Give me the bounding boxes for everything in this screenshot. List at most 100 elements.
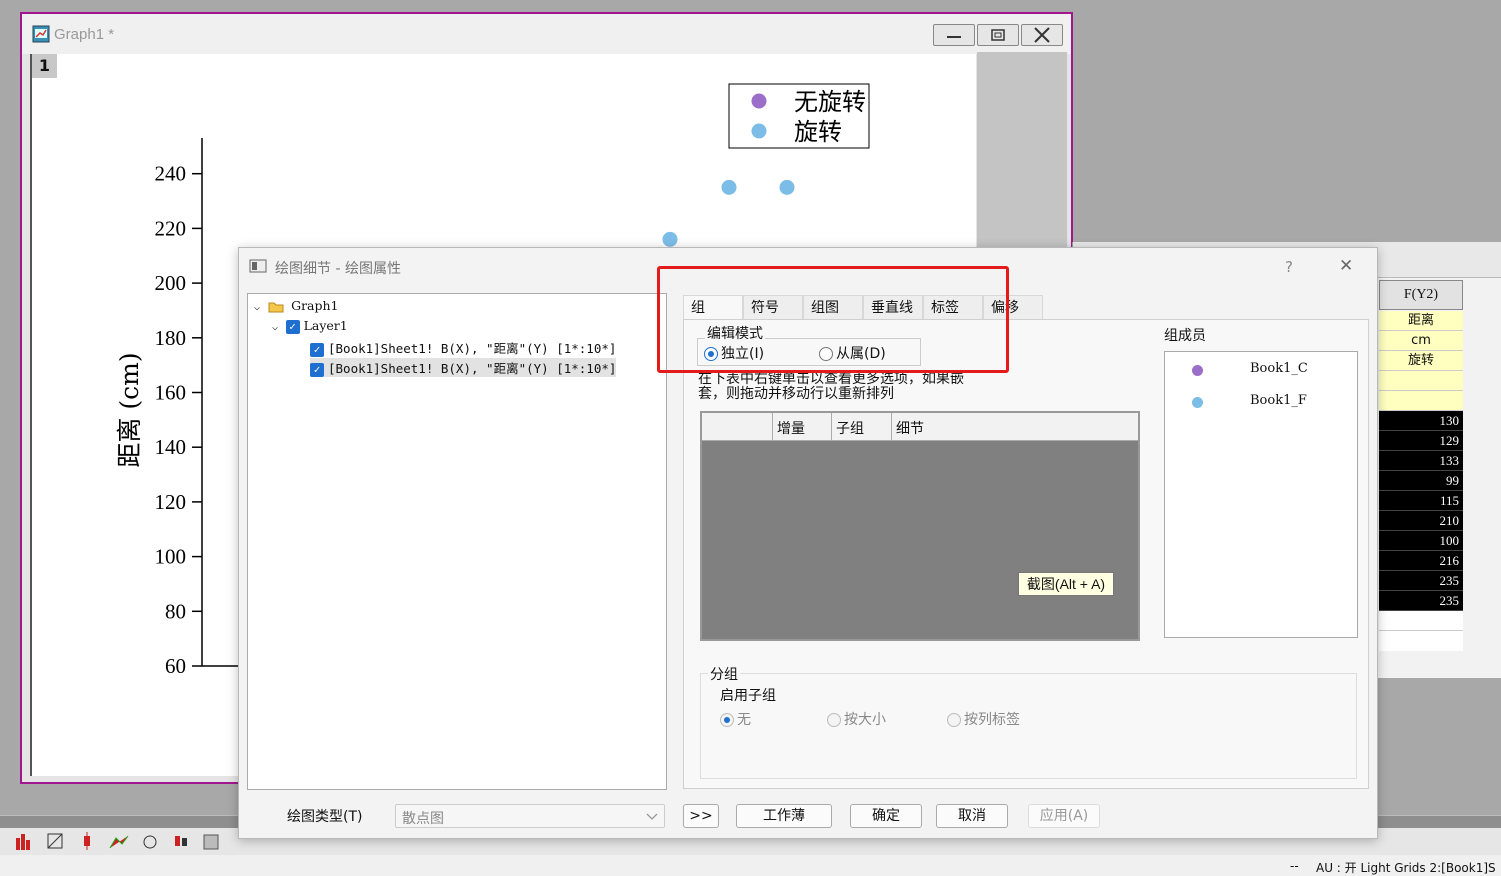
- subgroup-none-radio[interactable]: 无: [720, 709, 751, 729]
- dialog-close-button[interactable]: ✕: [1339, 256, 1353, 276]
- data-point: [662, 231, 678, 247]
- tree-layer-label: Layer1: [303, 318, 348, 333]
- units-cell[interactable]: cm: [1379, 331, 1463, 351]
- data-cell[interactable]: 129: [1379, 431, 1463, 451]
- collapse-chevron-icon[interactable]: ⌵: [254, 302, 260, 313]
- radio-icon: [827, 713, 841, 727]
- y-tick-label: 60: [165, 654, 186, 678]
- tree-plot-2-label: [Book1]Sheet1! B(X), "距离"(Y) [1*:10*]: [328, 361, 617, 376]
- restore-button[interactable]: [977, 24, 1019, 46]
- data-cell[interactable]: 216: [1379, 551, 1463, 571]
- plot-tree[interactable]: ⌵ Graph1 ⌵ ✓ Layer1 ✓ [Book1]Sheet1! B(X),…: [247, 293, 667, 790]
- tree-root-label: Graph1: [291, 298, 339, 313]
- red-highlight-box: [657, 266, 1009, 373]
- layer-checkbox[interactable]: ✓: [285, 319, 300, 334]
- y-tick-label: 80: [165, 599, 186, 623]
- plot1-checkbox[interactable]: ✓: [310, 342, 324, 357]
- y-tick-label: 120: [155, 490, 187, 514]
- plot-type-label: 绘图类型(T): [287, 809, 363, 825]
- data-cell[interactable]: 133: [1379, 451, 1463, 471]
- comments-cell[interactable]: 旋转: [1379, 351, 1463, 371]
- grid-header-increment[interactable]: 增量: [777, 418, 805, 438]
- group-grid[interactable]: 增量 子组 细节: [700, 411, 1140, 641]
- radio-icon: [947, 713, 961, 727]
- grid-header-details[interactable]: 细节: [896, 418, 924, 438]
- cancel-button[interactable]: 取消: [936, 804, 1008, 828]
- data-point: [779, 179, 795, 195]
- tree-plot-1[interactable]: ✓ [Book1]Sheet1! B(X), "距离"(Y) [1*:10*]: [310, 338, 616, 357]
- y-tick-label: 180: [155, 326, 187, 350]
- data-cell[interactable]: 100: [1379, 531, 1463, 551]
- folder-icon: [268, 302, 284, 313]
- grid-header: 增量 子组 细节: [702, 413, 1138, 441]
- data-point: [721, 179, 737, 195]
- plot-type-select[interactable]: 散点图: [395, 804, 665, 828]
- graph-window-title: Graph1 *: [54, 26, 115, 43]
- enable-subgroup-label: 启用子组: [720, 688, 776, 704]
- empty-cell[interactable]: [1379, 611, 1463, 631]
- legend-marker: [751, 123, 767, 139]
- legend-label: 无旋转: [794, 88, 866, 116]
- hint-text: 在下表中右键单击以查看更多选项，如果嵌套，则拖动并移动行以重新排列: [698, 371, 964, 402]
- layer-badge[interactable]: 1: [32, 54, 57, 78]
- member-color-dot: [1192, 397, 1203, 408]
- param-cell[interactable]: [1379, 371, 1463, 391]
- apply-button[interactable]: 应用(A): [1028, 804, 1100, 828]
- grid-header-subgroup[interactable]: 子组: [836, 418, 864, 438]
- long-name-cell[interactable]: 距离: [1379, 311, 1463, 331]
- grouping-groupbox: [700, 673, 1357, 779]
- member-item[interactable]: Book1_C: [1165, 357, 1355, 385]
- subgroup-column-label-radio[interactable]: 按列标签: [947, 709, 1020, 729]
- member-color-dot: [1192, 365, 1203, 376]
- tree-root[interactable]: ⌵ Graph1: [254, 298, 339, 313]
- restore-icon: [991, 29, 1005, 41]
- status-dashes: --: [1290, 859, 1299, 873]
- grid-divider: [831, 413, 832, 441]
- workbook-button[interactable]: 工作薄: [736, 804, 832, 828]
- column-header-f[interactable]: F(Y2): [1379, 280, 1463, 310]
- ok-button[interactable]: 确定: [850, 804, 922, 828]
- y-tick-label: 220: [155, 216, 187, 240]
- member-item[interactable]: Book1_F: [1165, 389, 1355, 417]
- y-tick-label: 200: [155, 271, 187, 295]
- grouping-label: 分组: [708, 664, 740, 684]
- subgroup-size-label: 按大小: [844, 712, 886, 728]
- status-text: AU : 开 Light Grids 2:[Book1]S: [1316, 861, 1496, 875]
- data-cell[interactable]: 99: [1379, 471, 1463, 491]
- subgroup-size-radio[interactable]: 按大小: [827, 709, 886, 729]
- close-window-button[interactable]: [1021, 24, 1063, 46]
- graph-window-icon: [32, 25, 50, 43]
- data-cell[interactable]: 235: [1379, 571, 1463, 591]
- graph-gray-margin: [977, 52, 1067, 252]
- dialog-title: 绘图细节 - 绘图属性: [275, 261, 401, 277]
- screenshot-tooltip: 截图(Alt + A): [1018, 572, 1114, 596]
- expand-button[interactable]: >>: [683, 804, 719, 828]
- y-tick-label: 160: [155, 381, 187, 405]
- plot2-checkbox[interactable]: ✓: [310, 362, 324, 377]
- empty-cell[interactable]: [1379, 631, 1463, 651]
- members-list[interactable]: Book1_C Book1_F: [1164, 351, 1358, 638]
- sparkline-cell[interactable]: [1379, 391, 1463, 411]
- data-cell[interactable]: 130: [1379, 411, 1463, 431]
- data-cell[interactable]: 210: [1379, 511, 1463, 531]
- y-tick-label: 140: [155, 435, 187, 459]
- tree-layer[interactable]: ⌵ ✓ Layer1: [272, 318, 348, 334]
- chevron-down-icon: [646, 813, 658, 820]
- plot-tool-icons[interactable]: [0, 830, 240, 854]
- data-cell[interactable]: 235: [1379, 591, 1463, 611]
- y-axis-label: 距离 (cm): [115, 352, 144, 467]
- help-button[interactable]: ?: [1285, 258, 1293, 276]
- members-label: 组成员: [1164, 328, 1206, 344]
- tree-plot-2[interactable]: ✓ [Book1]Sheet1! B(X), "距离"(Y) [1*:10*]: [310, 358, 617, 377]
- plot-type-value: 散点图: [402, 811, 444, 827]
- data-cell[interactable]: 115: [1379, 491, 1463, 511]
- tree-plot-1-label: [Book1]Sheet1! B(X), "距离"(Y) [1*:10*]: [328, 341, 617, 356]
- subgroup-column-label-label: 按列标签: [964, 712, 1020, 728]
- graph-title-bar[interactable]: Graph1 *: [22, 14, 1071, 54]
- radio-selected-icon: [720, 713, 734, 727]
- collapse-chevron-icon[interactable]: ⌵: [272, 322, 278, 333]
- minimize-button[interactable]: [933, 24, 975, 46]
- y-tick-label: 100: [155, 545, 187, 569]
- legend-label: 旋转: [794, 118, 842, 146]
- close-icon: [1034, 27, 1050, 43]
